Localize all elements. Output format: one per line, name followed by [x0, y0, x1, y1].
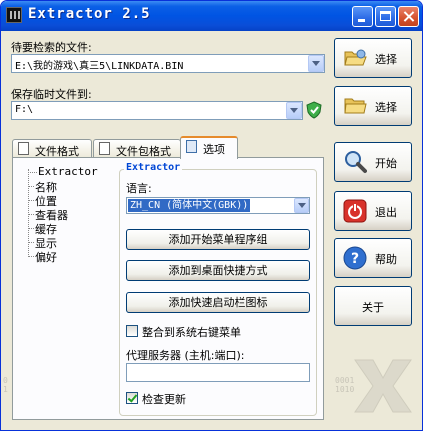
x-logo-watermark: [354, 359, 412, 413]
tab-file-format[interactable]: 文件格式: [12, 139, 92, 158]
options-panel: Extractor 名称 位置 查看器 缓存 显示 偏好 Extractor 语…: [12, 157, 324, 420]
chevron-down-icon[interactable]: [308, 55, 324, 72]
start-label: 开始: [375, 157, 397, 170]
tree-item-root[interactable]: Extractor: [28, 165, 98, 178]
select-file-label: 选择: [375, 53, 397, 66]
document-icon: [18, 142, 29, 155]
help-icon: ?: [343, 246, 367, 270]
options-icon: [186, 140, 197, 153]
close-button[interactable]: [398, 6, 419, 27]
about-button[interactable]: 关于: [334, 286, 412, 326]
search-file-value: E:\我的游戏\真三5\LINKDATA.BIN: [15, 61, 184, 72]
binary-watermark: 0001 1010: [335, 376, 355, 394]
language-select[interactable]: ZH_CN (简体中文(GBK)): [126, 197, 310, 214]
chevron-down-icon[interactable]: [286, 102, 302, 119]
select-folder-button[interactable]: 选择: [334, 86, 412, 126]
app-icon: [6, 7, 22, 23]
about-label: 关于: [362, 301, 384, 314]
tab-package-format[interactable]: 文件包格式: [93, 139, 181, 158]
extractor-window: Extractor 2.5 待要检索的文件: E:\我的游戏\真三5\LINKD…: [0, 0, 423, 431]
tab-options-label: 选项: [203, 143, 225, 156]
options-tree: Extractor 名称 位置 查看器 缓存 显示 偏好: [20, 165, 106, 275]
folder-open-icon: [344, 49, 367, 66]
language-value: ZH_CN (简体中文(GBK)): [128, 199, 251, 212]
maximize-button[interactable]: [375, 6, 396, 27]
add-desktop-shortcut-button[interactable]: 添加到桌面快捷方式: [126, 260, 310, 281]
tree-item-preferences[interactable]: 偏好: [28, 249, 57, 265]
proxy-input[interactable]: [126, 363, 310, 382]
temp-dir-value: F:\: [15, 104, 34, 115]
title-bar: Extractor 2.5: [1, 1, 422, 31]
help-label: 帮助: [375, 253, 397, 266]
tab-options[interactable]: 选项: [180, 136, 238, 159]
power-icon: [343, 199, 367, 223]
context-menu-checkbox[interactable]: [126, 325, 138, 337]
folder-icon: [344, 98, 367, 114]
group-title: Extractor: [124, 162, 183, 173]
magnifier-icon: [345, 151, 367, 173]
temp-dir-combo[interactable]: F:\: [11, 101, 303, 120]
select-folder-label: 选择: [375, 101, 397, 114]
add-quicklaunch-button[interactable]: 添加快速启动栏图标: [126, 292, 310, 313]
exit-label: 退出: [375, 206, 397, 219]
exit-button[interactable]: 退出: [334, 191, 412, 231]
language-label: 语言:: [126, 182, 152, 195]
tree-line: [28, 169, 29, 257]
add-start-menu-button[interactable]: 添加开始菜单程序组: [126, 229, 310, 250]
check-update-label: 检查更新: [142, 393, 186, 406]
select-file-button[interactable]: 选择: [334, 38, 412, 78]
temp-dir-label: 保存临时文件到:: [11, 88, 92, 101]
shield-icon[interactable]: [306, 101, 323, 119]
svg-text:?: ?: [351, 251, 359, 267]
minimize-button[interactable]: [352, 6, 373, 27]
start-button[interactable]: 开始: [334, 142, 412, 182]
binary-watermark-left: 0 1: [3, 376, 8, 394]
search-file-combo[interactable]: E:\我的游戏\真三5\LINKDATA.BIN: [11, 54, 325, 73]
chevron-down-icon[interactable]: [294, 198, 309, 213]
window-title: Extractor 2.5: [28, 6, 151, 22]
check-update-checkbox[interactable]: [126, 392, 138, 404]
proxy-label: 代理服务器 (主机:端口):: [126, 349, 245, 362]
help-button[interactable]: ? 帮助: [334, 238, 412, 278]
search-file-label: 待要检索的文件:: [11, 41, 92, 54]
document-icon: [99, 142, 110, 155]
context-menu-label: 整合到系统右键菜单: [142, 326, 241, 339]
